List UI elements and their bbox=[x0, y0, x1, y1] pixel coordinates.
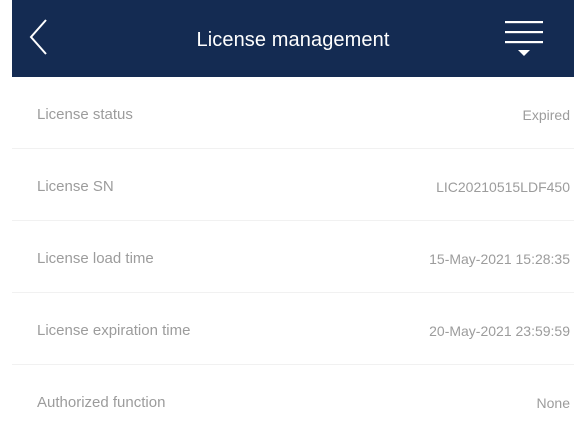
license-status-label: License status bbox=[37, 106, 133, 123]
license-load-time-value: 15-May-2021 15:28:35 bbox=[429, 251, 570, 267]
license-expiration-time-label: License expiration time bbox=[37, 322, 191, 339]
menu-button[interactable] bbox=[501, 19, 547, 61]
authorized-function-label: Authorized function bbox=[37, 394, 166, 411]
license-info-list: License status Expired License SN LIC202… bbox=[12, 77, 574, 432]
license-expiration-time-row: License expiration time 20-May-2021 23:5… bbox=[12, 293, 574, 365]
license-status-value: Expired bbox=[522, 107, 570, 123]
authorized-function-row: Authorized function None bbox=[12, 365, 574, 432]
license-sn-row: License SN LIC20210515LDF450 bbox=[12, 149, 574, 221]
authorized-function-value: None bbox=[536, 395, 570, 411]
license-load-time-row: License load time 15-May-2021 15:28:35 bbox=[12, 221, 574, 293]
chevron-left-icon bbox=[29, 19, 47, 55]
license-status-row: License status Expired bbox=[12, 77, 574, 149]
license-management-screen: License management License status Expire… bbox=[0, 0, 574, 432]
page-title: License management bbox=[196, 29, 390, 51]
menu-dropdown-icon bbox=[505, 21, 543, 56]
header-bar: License management bbox=[12, 0, 574, 77]
license-expiration-time-value: 20-May-2021 23:59:59 bbox=[429, 323, 570, 339]
license-load-time-label: License load time bbox=[37, 250, 154, 267]
back-button[interactable] bbox=[26, 17, 56, 57]
license-sn-value: LIC20210515LDF450 bbox=[436, 179, 570, 195]
license-sn-label: License SN bbox=[37, 178, 114, 195]
